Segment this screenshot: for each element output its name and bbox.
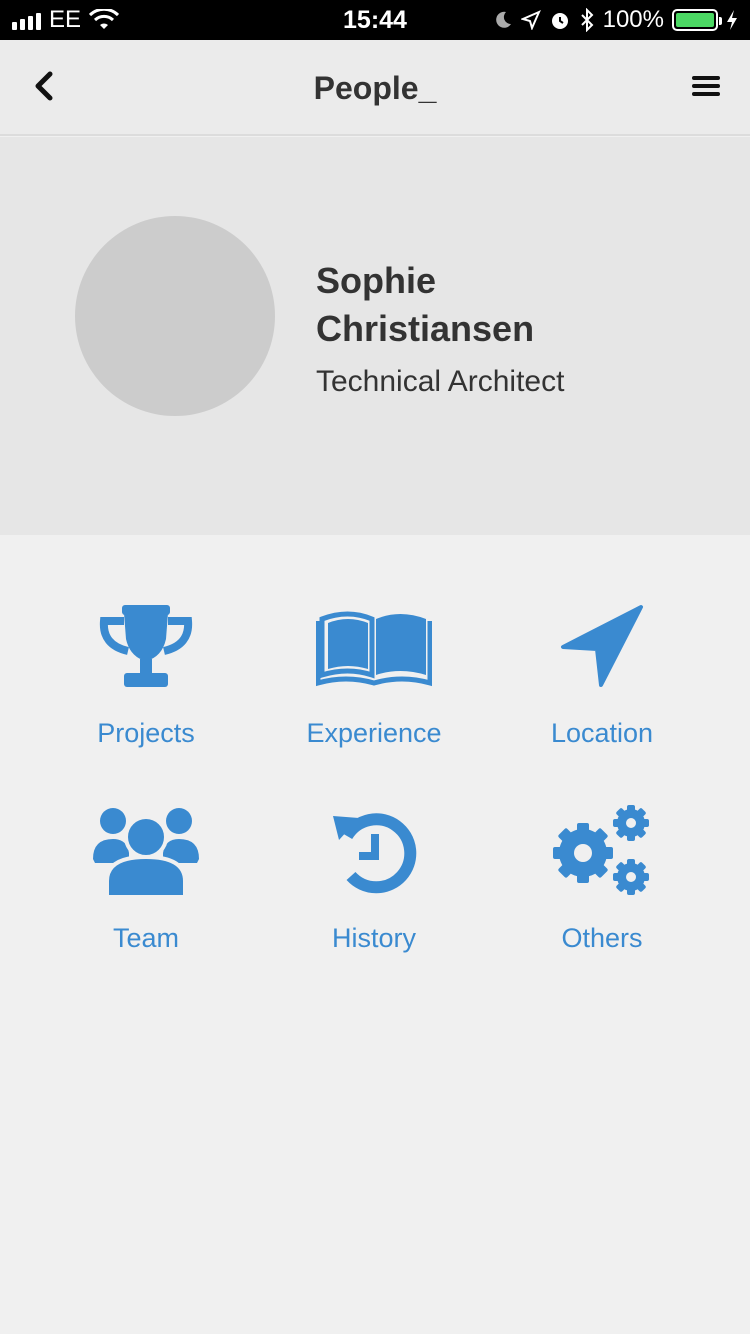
wifi-icon <box>89 9 120 29</box>
tile-history[interactable]: History <box>260 801 488 954</box>
history-icon <box>314 801 434 901</box>
carrier-label: EE <box>49 6 82 33</box>
tile-location[interactable]: Location <box>488 596 716 749</box>
open-book-icon <box>314 596 434 696</box>
hamburger-menu-icon <box>692 76 720 96</box>
location-arrow-icon <box>542 596 662 696</box>
status-left: EE <box>12 6 120 34</box>
trophy-icon <box>86 596 206 696</box>
status-right: 100% <box>493 6 738 34</box>
menu-grid: Projects Experience Location Team Histor… <box>32 596 718 954</box>
last-name: Christiansen <box>316 308 535 349</box>
profile-header: Sophie Christiansen Technical Architect <box>0 137 750 535</box>
gears-icon <box>542 801 662 901</box>
battery-percentage: 100% <box>602 6 664 33</box>
bluetooth-icon <box>580 8 594 32</box>
moon-icon <box>495 11 511 28</box>
tile-experience[interactable]: Experience <box>260 596 488 749</box>
tile-team[interactable]: Team <box>32 801 260 954</box>
tile-others[interactable]: Others <box>488 801 716 954</box>
avatar <box>75 216 275 416</box>
location-services-icon <box>520 10 541 30</box>
tile-label: Team <box>112 923 180 953</box>
menu-button[interactable] <box>686 66 726 106</box>
battery-icon <box>672 9 722 31</box>
nav-bar: People_ <box>0 40 750 136</box>
first-name: Sophie <box>316 260 437 301</box>
tile-projects[interactable]: Projects <box>32 596 260 749</box>
signal-icon <box>12 10 41 30</box>
tile-label: History <box>331 923 416 953</box>
tile-label: Location <box>550 718 654 748</box>
person-name: Sophie Christiansen <box>316 257 696 353</box>
charging-icon <box>727 10 737 30</box>
person-role: Technical Architect <box>316 365 565 398</box>
tile-label: Experience <box>306 718 442 748</box>
alarm-icon <box>551 13 568 29</box>
status-bar: EE 15:44 100% <box>0 0 750 40</box>
tile-label: Projects <box>97 718 195 748</box>
tile-label: Others <box>561 923 643 953</box>
page-title: People_ <box>313 70 437 106</box>
team-icon <box>86 801 206 901</box>
